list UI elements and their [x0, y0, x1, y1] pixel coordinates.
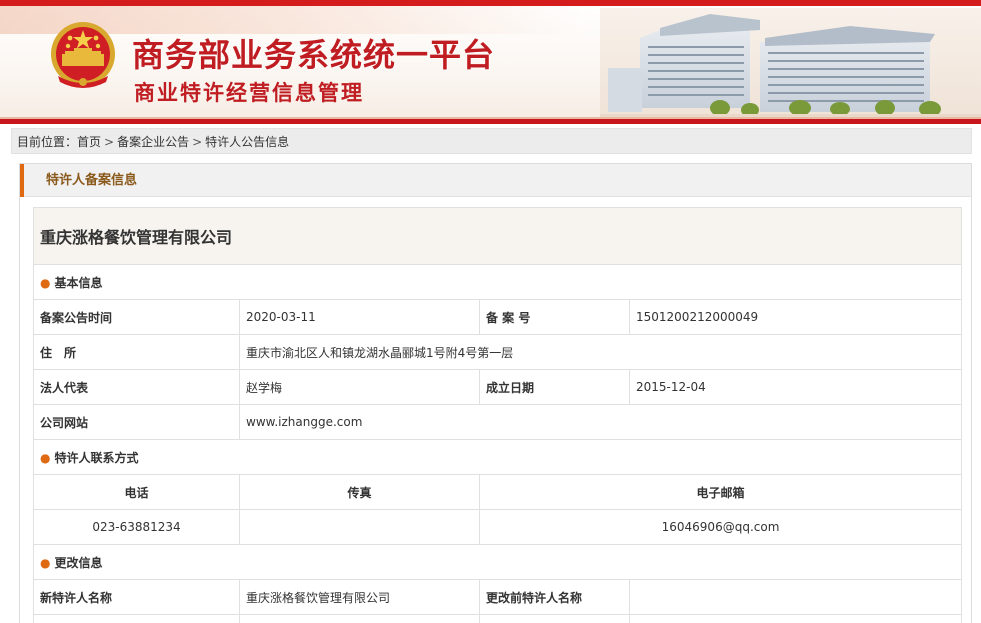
fax-value [239, 509, 480, 545]
section-basic-info: ● 基本信息 [32, 264, 963, 300]
contact-value-row: 023-63881234 16046906@qq.com [33, 509, 963, 545]
bullet-dot-icon: ● [40, 450, 51, 465]
header-banner: 商务部业务系统统一平台 商业特许经营信息管理 [0, 0, 981, 124]
phone-header: 电话 [33, 474, 240, 510]
section-title-changes: 更改信息 [54, 555, 103, 570]
banner-top-line [0, 0, 981, 6]
company-name: 重庆涨格餐饮管理有限公司 [32, 207, 963, 265]
new-name-value: 重庆涨格餐饮管理有限公司 [239, 579, 480, 615]
table-row: 住 所 重庆市渝北区人和镇龙湖水晶郦城1号附4号第一层 [33, 334, 963, 370]
breadcrumb-separator: > [104, 135, 115, 149]
address-value: 重庆市渝北区人和镇龙湖水晶郦城1号附4号第一层 [238, 334, 963, 370]
old-name-value [628, 579, 963, 615]
table-row [33, 614, 963, 623]
banner-bottom-line [0, 119, 981, 124]
breadcrumb-announcement-link[interactable]: 备案企业公告 [117, 135, 189, 149]
franchisor-info-table: 重庆涨格餐饮管理有限公司 ● 基本信息 备案公告时间 2020-03-11 备 案… [32, 207, 963, 623]
announce-time-value: 2020-03-11 [239, 299, 480, 335]
new-name-label: 新特许人名称 [33, 579, 240, 615]
platform-subtitle: 商业特许经营信息管理 [134, 80, 364, 105]
national-emblem-icon [51, 22, 115, 88]
email-value: 16046906@qq.com [478, 509, 963, 545]
section-contact: ● 特许人联系方式 [32, 439, 963, 475]
table-row: 法人代表 赵学梅 成立日期 2015-12-04 [33, 369, 963, 405]
ministry-building-image [600, 8, 981, 124]
phone-value: 023-63881234 [33, 509, 240, 545]
breadcrumb: 目前位置：首页 > 备案企业公告 > 特许人公告信息 [11, 128, 972, 154]
contact-header-row: 电话 传真 电子邮箱 [33, 474, 963, 510]
platform-title: 商务部业务系统统一平台 [132, 36, 496, 74]
fax-header: 传真 [239, 474, 480, 510]
old-name-label: 更改前特许人名称 [479, 579, 630, 615]
breadcrumb-separator: > [192, 135, 203, 149]
record-no-label: 备 案 号 [479, 299, 630, 335]
breadcrumb-prefix: 目前位置： [17, 135, 78, 149]
panel-title: 特许人备案信息 [46, 173, 138, 188]
breadcrumb-home-link[interactable]: 首页 [77, 135, 101, 149]
panel-header-accent-bar [20, 164, 24, 197]
franchisor-record-panel: 特许人备案信息 重庆涨格餐饮管理有限公司 ● 基本信息 备案公告时间 2020-0… [19, 163, 972, 623]
address-label: 住 所 [33, 334, 240, 370]
founded-value: 2015-12-04 [628, 369, 963, 405]
legal-rep-label: 法人代表 [33, 369, 240, 405]
announce-time-label: 备案公告时间 [33, 299, 240, 335]
email-header: 电子邮箱 [478, 474, 963, 510]
founded-label: 成立日期 [479, 369, 630, 405]
breadcrumb-current: 特许人公告信息 [205, 135, 290, 149]
website-label: 公司网站 [33, 404, 240, 440]
section-changes: ● 更改信息 [32, 544, 963, 580]
table-row: 新特许人名称 重庆涨格餐饮管理有限公司 更改前特许人名称 [33, 579, 963, 615]
legal-rep-value: 赵学梅 [239, 369, 480, 405]
section-title-basic: 基本信息 [54, 275, 103, 290]
record-no-value: 1501200212000049 [628, 299, 963, 335]
bullet-dot-icon: ● [40, 275, 51, 290]
table-row: 公司网站 www.izhangge.com [33, 404, 963, 440]
company-name-row: 重庆涨格餐饮管理有限公司 [32, 207, 963, 265]
table-row: 备案公告时间 2020-03-11 备 案 号 1501200212000049 [33, 299, 963, 335]
panel-header: 特许人备案信息 [20, 164, 971, 197]
section-title-contact: 特许人联系方式 [54, 450, 139, 465]
website-value: www.izhangge.com [238, 404, 963, 440]
bullet-dot-icon: ● [40, 555, 51, 570]
